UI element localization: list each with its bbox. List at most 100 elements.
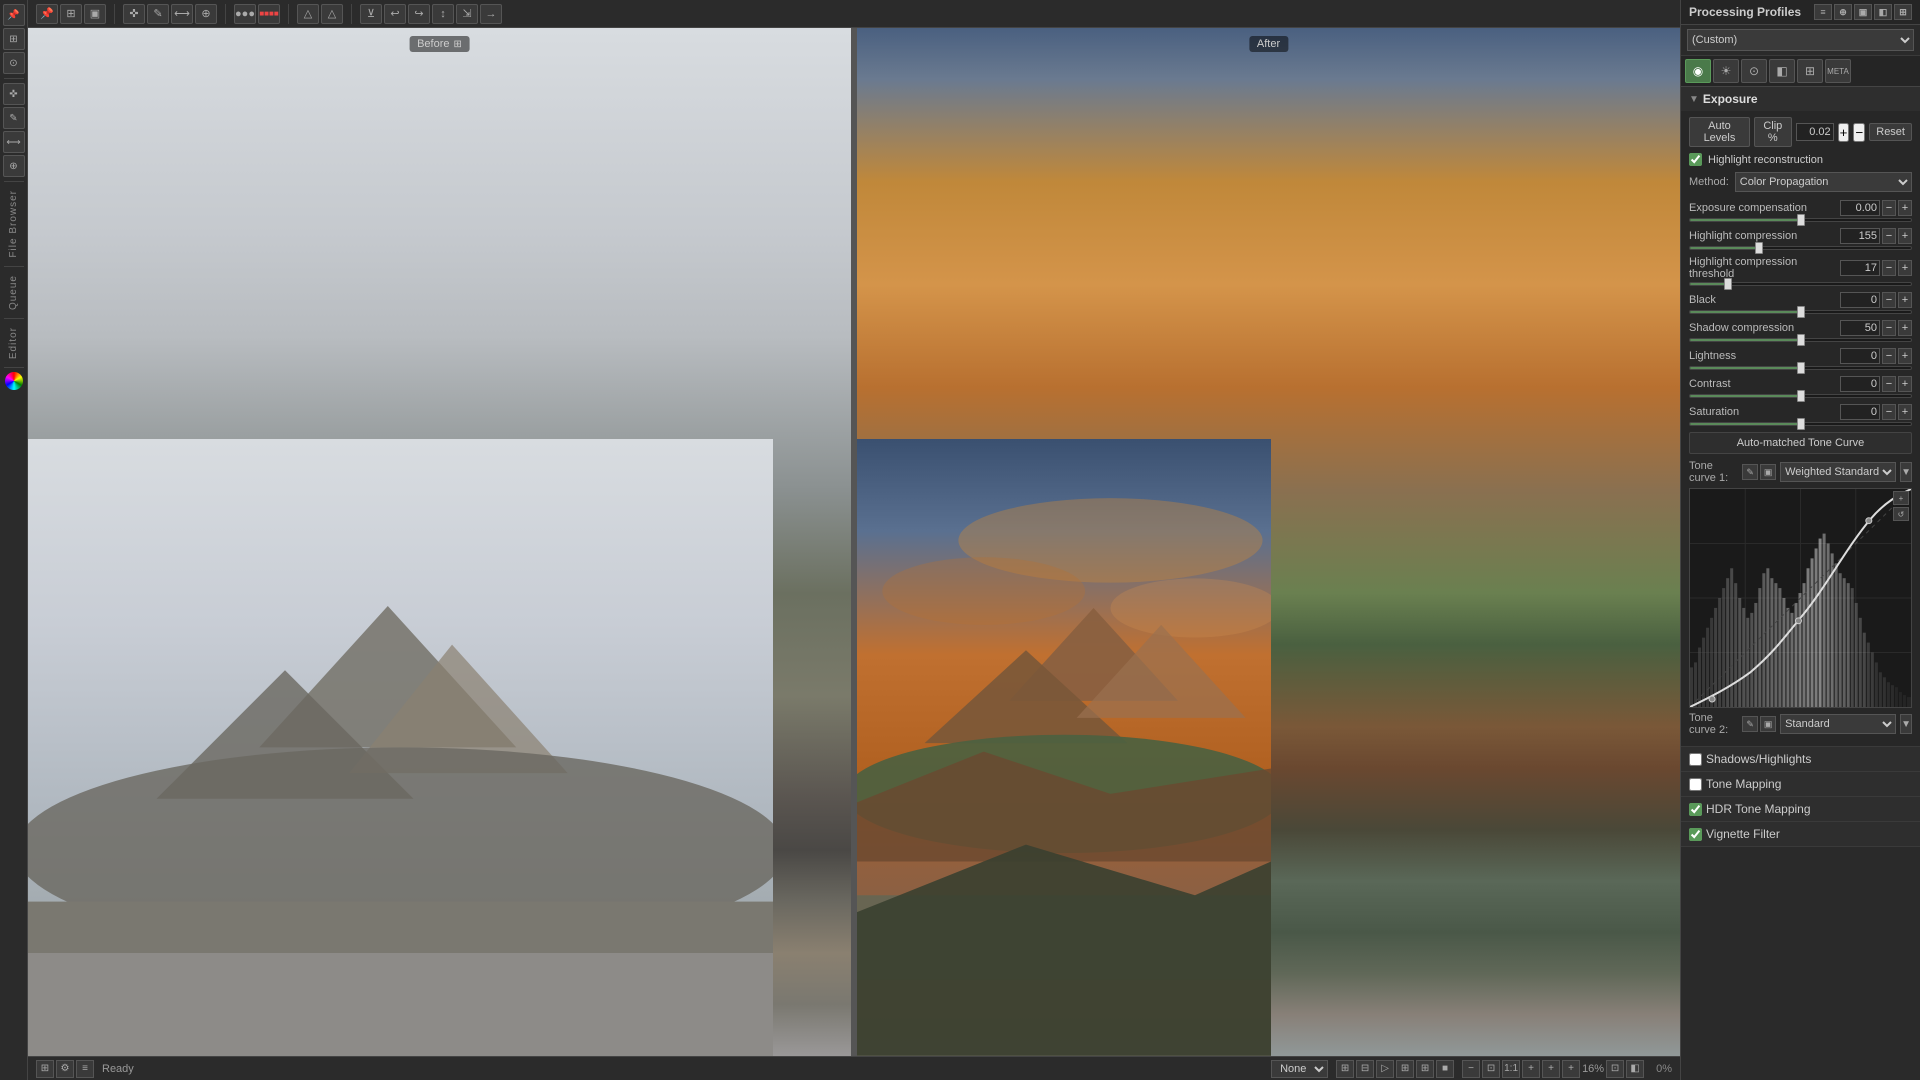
sc-slider-track[interactable]: [1689, 338, 1912, 342]
clip-indicator-1[interactable]: △: [297, 4, 319, 24]
before-lock-icon[interactable]: ⊞: [454, 39, 462, 50]
tc2-edit-icon[interactable]: ✎: [1742, 716, 1758, 732]
lightness-input[interactable]: [1840, 348, 1880, 364]
exposure-slider-track[interactable]: [1689, 218, 1912, 222]
hct-slider-thumb[interactable]: [1724, 278, 1732, 290]
hc-slider-track[interactable]: [1689, 246, 1912, 250]
tc2-mode-icon[interactable]: ▣: [1760, 716, 1776, 732]
bottom-btn-settings[interactable]: ⚙: [56, 1060, 74, 1078]
toolbar-edit[interactable]: ✎: [3, 107, 25, 129]
exposure-slider-thumb[interactable]: [1797, 214, 1805, 226]
tab-detail[interactable]: ⊙: [1741, 59, 1767, 83]
vignette-filter-header[interactable]: Vignette Filter: [1681, 822, 1920, 846]
tone-curve-2-select[interactable]: Standard Linear Custom Parametric Film-l…: [1780, 714, 1896, 734]
auto-matched-tone-curve-btn[interactable]: Auto-matched Tone Curve: [1689, 432, 1912, 454]
toolbar-settings[interactable]: ⊙: [3, 52, 25, 74]
tc-add-point-btn[interactable]: +: [1893, 491, 1909, 505]
toolbar-transform[interactable]: ⟷: [3, 131, 25, 153]
nav-sync[interactable]: ↕: [432, 4, 454, 24]
contrast-slider-track[interactable]: [1689, 394, 1912, 398]
tab-exposure[interactable]: ◉: [1685, 59, 1711, 83]
panel-divider[interactable]: [851, 28, 857, 1056]
hc-slider-thumb[interactable]: [1755, 242, 1763, 254]
profiles-btn-add[interactable]: ⊕: [1834, 4, 1852, 20]
black-slider-thumb[interactable]: [1797, 306, 1805, 318]
toolbar-add[interactable]: ✜: [3, 83, 25, 105]
tool-add2[interactable]: ✜: [123, 4, 145, 24]
method-select[interactable]: Color Propagation Luminance Recovery Ble…: [1735, 172, 1912, 192]
tool-edit2[interactable]: ✎: [147, 4, 169, 24]
btn-skip-fwd[interactable]: ⊞: [1416, 1060, 1434, 1078]
tab-color[interactable]: ☀: [1713, 59, 1739, 83]
saturation-input[interactable]: [1840, 404, 1880, 420]
zoom-100-btn[interactable]: 1:1: [1502, 1060, 1520, 1078]
clip-dec-btn[interactable]: −: [1853, 123, 1865, 142]
btn-skip-back[interactable]: ⊞: [1336, 1060, 1354, 1078]
color-wheel[interactable]: [5, 372, 23, 390]
auto-levels-btn[interactable]: Auto Levels: [1689, 117, 1750, 147]
hc-inc-btn[interactable]: +: [1898, 228, 1912, 244]
zoom-out-btn[interactable]: −: [1462, 1060, 1480, 1078]
tc1-expand-btn[interactable]: ▼: [1900, 462, 1912, 482]
profiles-btn-copy[interactable]: ▣: [1854, 4, 1872, 20]
bottom-btn-filebrowser[interactable]: ⊞: [36, 1060, 54, 1078]
lightness-slider-thumb[interactable]: [1797, 362, 1805, 374]
hct-input[interactable]: [1840, 260, 1880, 276]
shadows-highlights-header[interactable]: Shadows/Highlights: [1681, 747, 1920, 771]
saturation-inc-btn[interactable]: +: [1898, 404, 1912, 420]
tool-filebrowser[interactable]: ⊞: [60, 4, 82, 24]
lightness-dec-btn[interactable]: −: [1882, 348, 1896, 364]
hc-dec-btn[interactable]: −: [1882, 228, 1896, 244]
clip-indicator-2[interactable]: △: [321, 4, 343, 24]
vignette-filter-checkbox[interactable]: [1689, 828, 1702, 841]
sc-slider-thumb[interactable]: [1797, 334, 1805, 346]
hct-inc-btn[interactable]: +: [1898, 260, 1912, 276]
reset-btn[interactable]: Reset: [1869, 123, 1912, 141]
bottom-btn-menu[interactable]: ≡: [76, 1060, 94, 1078]
toolbar-pin[interactable]: 📌: [3, 4, 25, 26]
saturation-slider-track[interactable]: [1689, 422, 1912, 426]
lightness-inc-btn[interactable]: +: [1898, 348, 1912, 364]
saturation-slider-thumb[interactable]: [1797, 418, 1805, 430]
transform-select[interactable]: None: [1271, 1060, 1328, 1078]
tc1-edit-icon[interactable]: ✎: [1742, 464, 1758, 480]
tc-reset-btn[interactable]: ↺: [1893, 507, 1909, 521]
black-slider-track[interactable]: [1689, 310, 1912, 314]
tool-square[interactable]: ▣: [84, 4, 106, 24]
btn-step-fwd[interactable]: ⊞: [1396, 1060, 1414, 1078]
toolbar-crop[interactable]: ⊕: [3, 155, 25, 177]
histogram-mode-btn[interactable]: ●●●: [234, 4, 256, 24]
exposure-section-header[interactable]: ▼ Exposure: [1681, 87, 1920, 111]
black-inc-btn[interactable]: +: [1898, 292, 1912, 308]
tc1-mode-icon[interactable]: ▣: [1760, 464, 1776, 480]
btn-step-back[interactable]: ⊟: [1356, 1060, 1374, 1078]
black-input[interactable]: [1840, 292, 1880, 308]
sc-inc-btn[interactable]: +: [1898, 320, 1912, 336]
nav-send[interactable]: ⇲: [456, 4, 478, 24]
zoom-in-btn[interactable]: +: [1522, 1060, 1540, 1078]
tool-crop2[interactable]: ⊕: [195, 4, 217, 24]
zoom-fit-btn[interactable]: ⊡: [1482, 1060, 1500, 1078]
tone-curve-1-select[interactable]: Weighted Standard Linear Custom Parametr…: [1780, 462, 1896, 482]
highlight-compression-input[interactable]: [1840, 228, 1880, 244]
tool-pin[interactable]: 📌: [36, 4, 58, 24]
hct-slider-track[interactable]: [1689, 282, 1912, 286]
tool-transform2[interactable]: ⟷: [171, 4, 193, 24]
lightness-slider-track[interactable]: [1689, 366, 1912, 370]
clip-inc-btn[interactable]: +: [1838, 123, 1850, 142]
sc-dec-btn[interactable]: −: [1882, 320, 1896, 336]
zoom-in2-btn[interactable]: +: [1542, 1060, 1560, 1078]
hdr-tone-mapping-checkbox[interactable]: [1689, 803, 1702, 816]
nav-export[interactable]: ⊻: [360, 4, 382, 24]
tab-meta[interactable]: META: [1825, 59, 1851, 83]
black-dec-btn[interactable]: −: [1882, 292, 1896, 308]
highlight-reconstruction-checkbox[interactable]: [1689, 153, 1702, 166]
saturation-dec-btn[interactable]: −: [1882, 404, 1896, 420]
btn-play[interactable]: ▷: [1376, 1060, 1394, 1078]
profiles-btn-load[interactable]: ◧: [1874, 4, 1892, 20]
contrast-inc-btn[interactable]: +: [1898, 376, 1912, 392]
tone-mapping-checkbox[interactable]: [1689, 778, 1702, 791]
hct-dec-btn[interactable]: −: [1882, 260, 1896, 276]
tab-lens[interactable]: ◧: [1769, 59, 1795, 83]
contrast-dec-btn[interactable]: −: [1882, 376, 1896, 392]
